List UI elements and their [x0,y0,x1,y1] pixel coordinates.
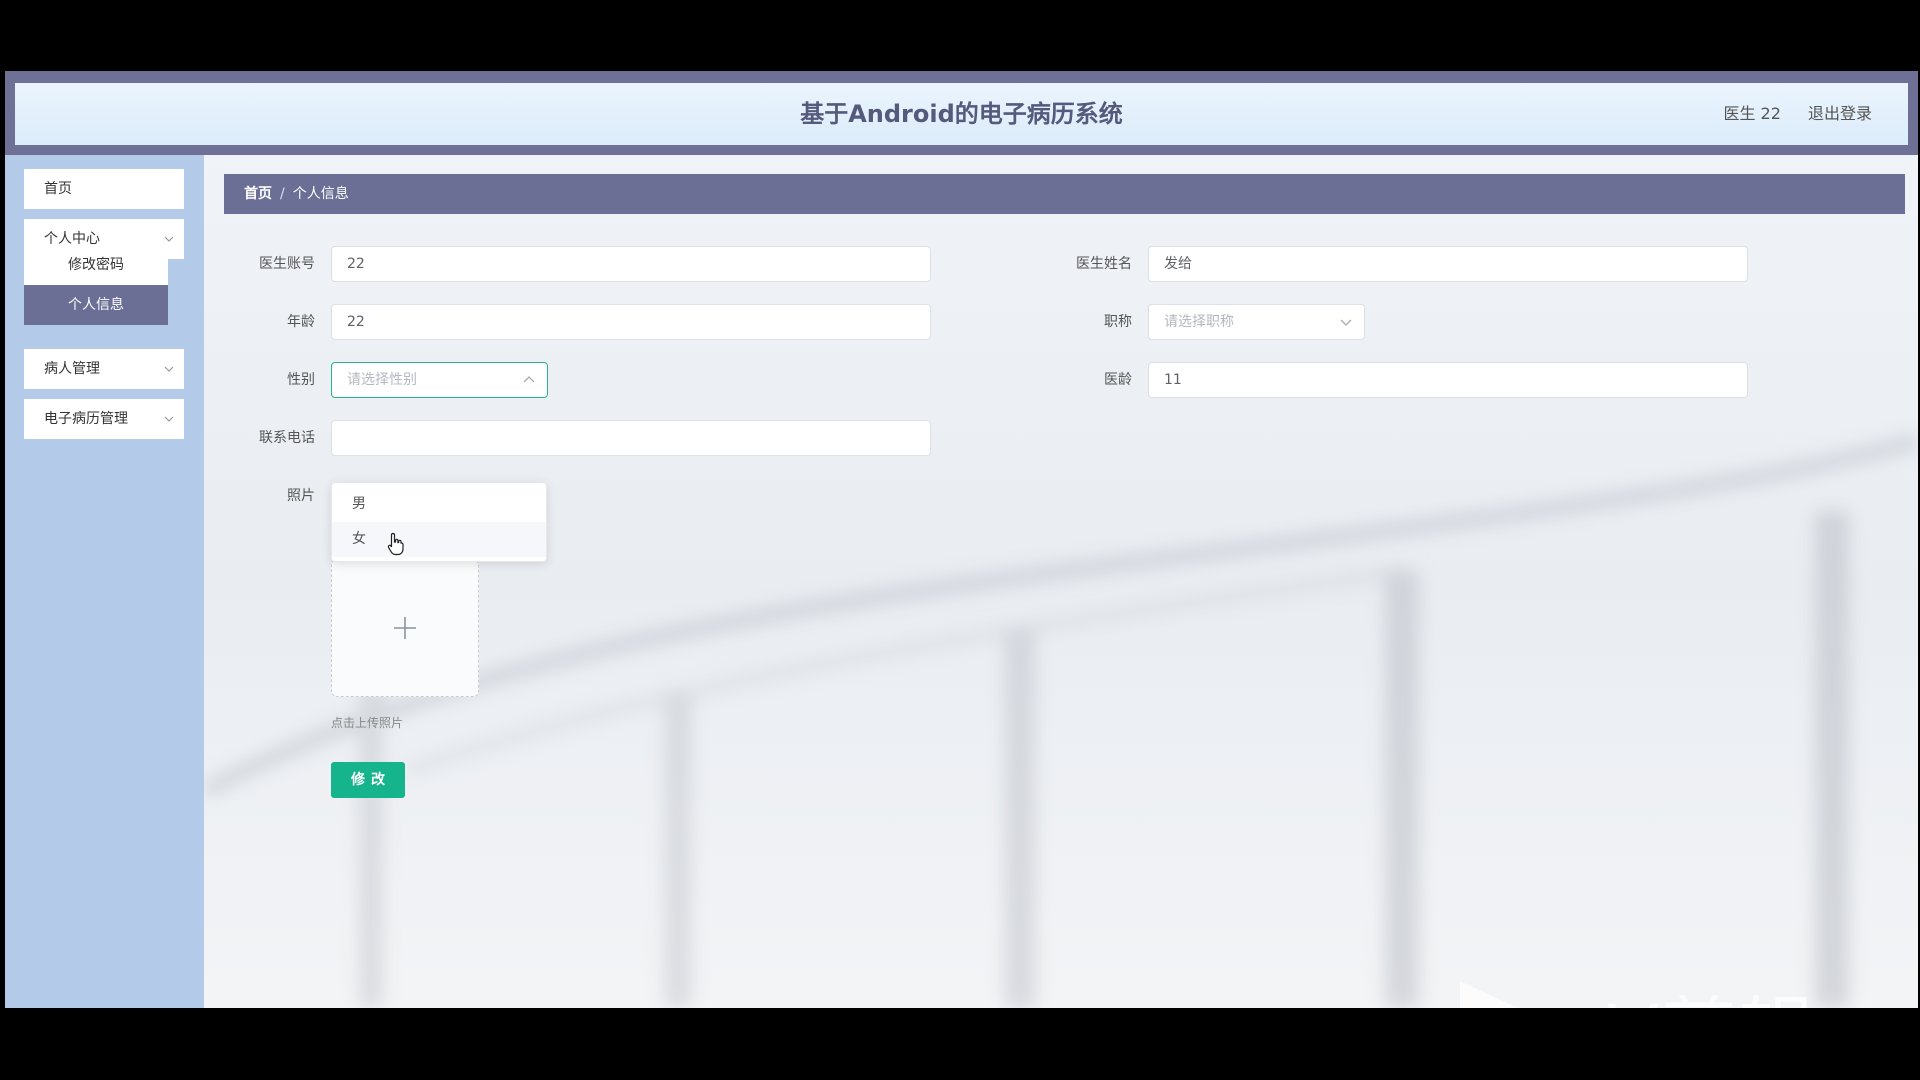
chevron-up-icon [523,363,535,411]
video-editor-logo-icon [1460,981,1518,1008]
gender-dropdown: 男 女 [331,482,547,562]
header-right: 医生 22 退出登录 [1701,83,1872,145]
personal-center-submenu: 修改密码 个人信息 [24,245,168,325]
gender-label: 性别 [287,372,315,388]
seniority-label: 医龄 [1104,372,1132,388]
gender-option-male[interactable]: 男 [332,487,546,522]
photo-upload[interactable] [331,559,479,697]
account-label: 医生账号 [259,256,315,272]
sidebar-item-personal-info[interactable]: 个人信息 [24,285,168,325]
sidebar-item-change-password[interactable]: 修改密码 [24,245,168,285]
phone-label: 联系电话 [259,430,315,446]
gender-select[interactable]: 请选择性别 [331,362,548,398]
name-input[interactable]: 发给 [1148,246,1748,282]
header-frame: 基于Android的电子病历系统 医生 22 退出登录 [5,71,1918,155]
gender-select-placeholder: 请选择性别 [347,372,417,388]
breadcrumb-current: 个人信息 [292,186,349,202]
title-select-placeholder: 请选择职称 [1164,314,1234,330]
phone-input[interactable] [331,420,931,456]
sidebar-item-emr-management[interactable]: 电子病历管理 [24,399,184,439]
upload-tip: 点击上传照片 [331,716,404,730]
gender-option-female[interactable]: 女 [332,522,546,557]
app-window: 基于Android的电子病历系统 医生 22 退出登录 首页 个人中心 修改密码… [5,71,1918,1008]
logout-link[interactable]: 退出登录 [1808,104,1872,123]
sidebar-item-label: 电子病历管理 [44,411,128,427]
current-user-label: 医生 22 [1723,104,1781,123]
sidebar-item-patient-management[interactable]: 病人管理 [24,349,184,389]
age-input[interactable]: 22 [331,304,931,340]
watermark-text: eV剪辑 [1558,971,1817,1008]
sidebar-item-label: 病人管理 [44,361,100,377]
breadcrumb-separator: / [280,186,285,202]
submit-button[interactable]: 修改 [331,762,405,798]
hand-cursor-icon [387,532,404,556]
photo-label: 照片 [287,488,315,504]
age-label: 年龄 [287,314,315,330]
chevron-down-icon [164,399,174,456]
sidebar-item-label: 首页 [44,181,72,197]
chevron-down-icon [164,349,174,406]
title-label: 职称 [1104,314,1132,330]
seniority-input[interactable]: 11 [1148,362,1748,398]
account-input[interactable]: 22 [331,246,931,282]
name-label: 医生姓名 [1076,256,1132,272]
sidebar-item-home[interactable]: 首页 [24,169,184,209]
header: 基于Android的电子病历系统 医生 22 退出登录 [15,83,1908,145]
breadcrumb: 首页 / 个人信息 [224,174,1905,214]
title-select[interactable]: 请选择职称 [1148,304,1365,340]
chevron-down-icon [1340,305,1352,353]
app-title: 基于Android的电子病历系统 [800,100,1123,128]
plus-icon [394,617,416,639]
breadcrumb-home[interactable]: 首页 [244,186,272,202]
